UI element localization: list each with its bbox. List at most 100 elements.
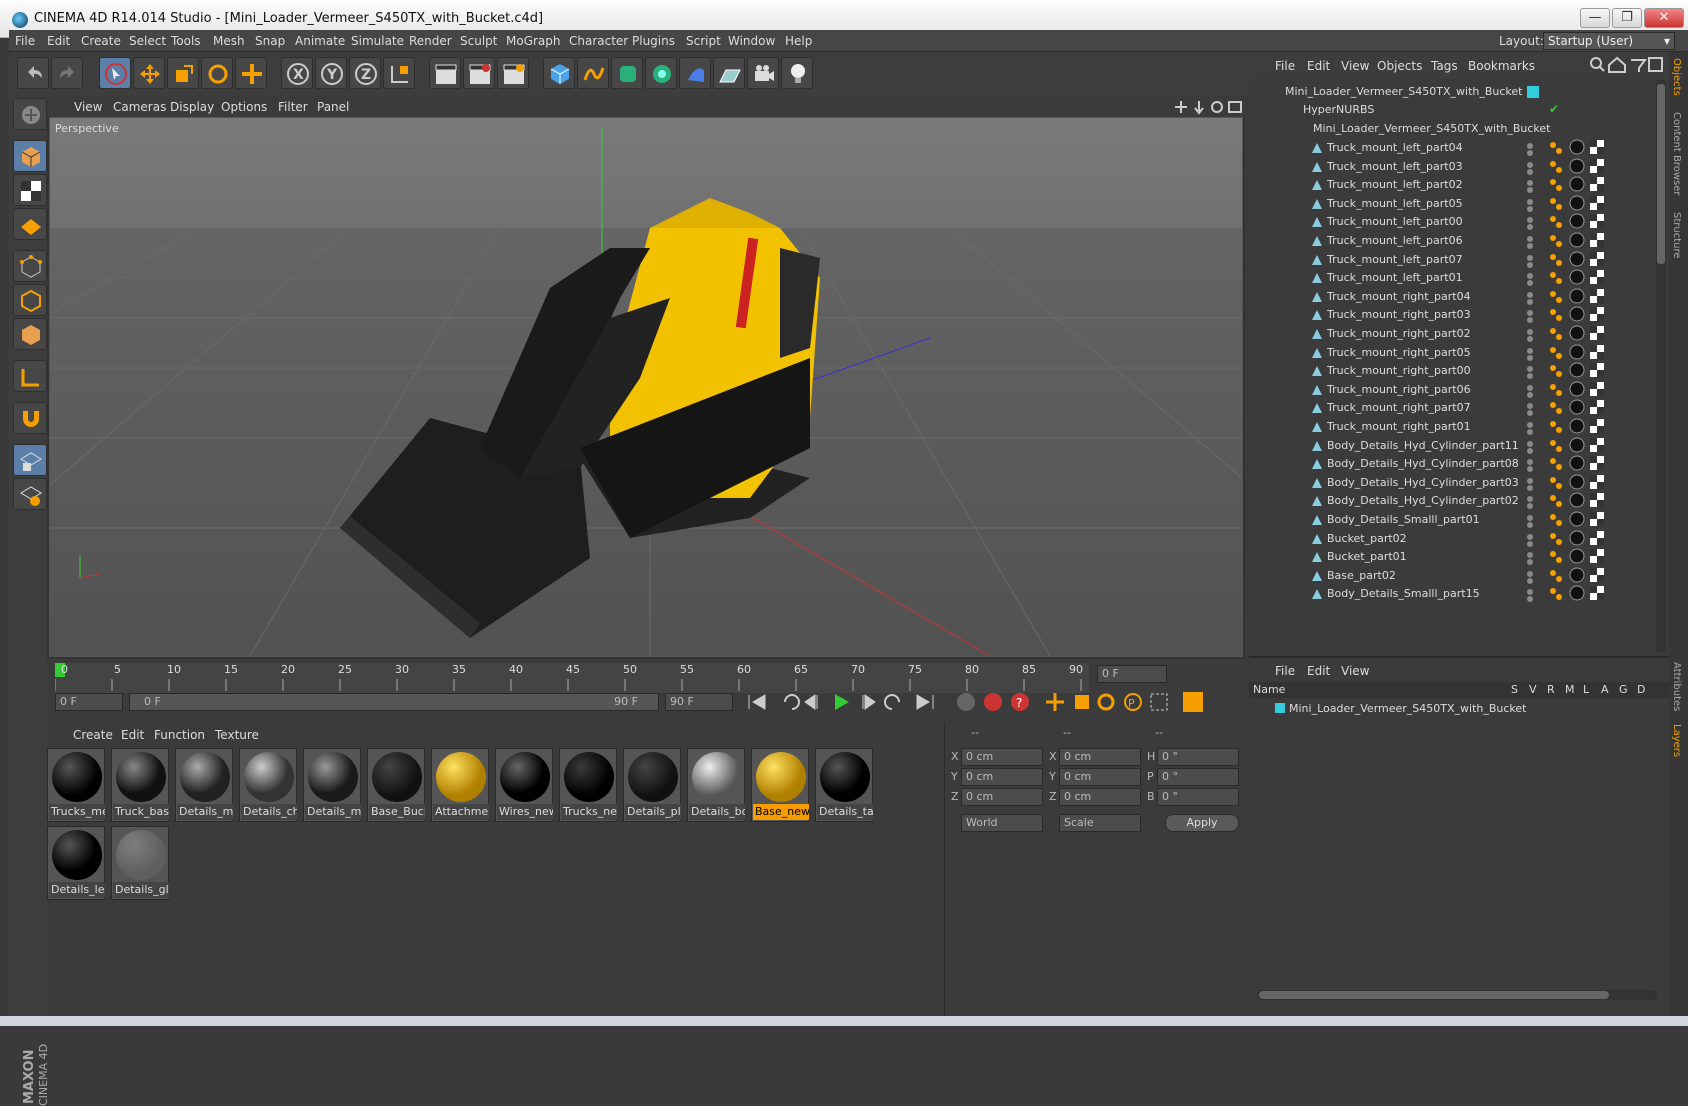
material-tag-icon[interactable] bbox=[1569, 362, 1585, 378]
tree-row-object[interactable]: Body_Details_Hyd_Cylinder_part03 bbox=[1249, 473, 1657, 493]
phong-tag-icon[interactable] bbox=[1549, 327, 1563, 341]
render-visibility-dot[interactable] bbox=[1527, 224, 1533, 231]
menu-mesh[interactable]: Mesh bbox=[213, 34, 245, 48]
tree-row-object[interactable]: Truck_mount_right_part05 bbox=[1249, 343, 1657, 363]
coordinate-system-button[interactable] bbox=[383, 57, 415, 89]
editor-visibility-dot[interactable] bbox=[1527, 310, 1533, 317]
texture-tag-icon[interactable] bbox=[1589, 511, 1605, 527]
phong-tag-icon[interactable] bbox=[1549, 253, 1563, 267]
viewport-menu-cameras[interactable]: Cameras bbox=[113, 100, 166, 114]
render-visibility-dot[interactable] bbox=[1527, 150, 1533, 156]
workplane-mode-button[interactable] bbox=[13, 208, 47, 240]
render-visibility-dot[interactable] bbox=[1527, 466, 1533, 473]
material-swatch[interactable]: Details_me bbox=[175, 748, 233, 822]
tree-row-object[interactable]: Truck_mount_left_part04 bbox=[1249, 138, 1657, 158]
material-swatch[interactable]: Truck_base bbox=[111, 748, 169, 822]
editor-visibility-dot[interactable] bbox=[1527, 422, 1533, 428]
phong-tag-icon[interactable] bbox=[1549, 178, 1563, 192]
phong-tag-icon[interactable] bbox=[1549, 439, 1563, 453]
layout-dropdown[interactable]: Startup (User) bbox=[1543, 32, 1675, 50]
material-swatch[interactable]: Details_pla bbox=[623, 748, 681, 822]
viewport-menu-options[interactable]: Options bbox=[221, 100, 267, 114]
render-visibility-dot[interactable] bbox=[1527, 540, 1533, 547]
texture-tag-icon[interactable] bbox=[1589, 344, 1605, 360]
material-tag-icon[interactable] bbox=[1569, 306, 1585, 322]
material-tag-icon[interactable] bbox=[1569, 511, 1585, 527]
texture-tag-icon[interactable] bbox=[1589, 195, 1605, 211]
material-swatch[interactable]: Base_Bucke bbox=[367, 748, 425, 822]
render-visibility-dot[interactable] bbox=[1527, 187, 1533, 194]
material-tag-icon[interactable] bbox=[1569, 455, 1585, 471]
material-tag-icon[interactable] bbox=[1569, 269, 1585, 285]
editor-visibility-dot[interactable] bbox=[1527, 291, 1533, 298]
render-view-button[interactable] bbox=[429, 57, 461, 89]
render-visibility-dot[interactable] bbox=[1527, 484, 1533, 491]
phong-tag-icon[interactable] bbox=[1549, 346, 1563, 360]
material-tag-icon[interactable] bbox=[1569, 176, 1585, 192]
viewport-menu-view[interactable]: View bbox=[74, 100, 102, 114]
material-swatch[interactable]: Attachmen bbox=[431, 748, 489, 822]
editor-visibility-dot[interactable] bbox=[1527, 552, 1533, 559]
menu-window[interactable]: Window bbox=[728, 34, 775, 48]
tree-row-object[interactable]: Base_part02 bbox=[1249, 566, 1657, 586]
layer-hscrollbar[interactable] bbox=[1257, 990, 1657, 1000]
move-tool[interactable] bbox=[133, 57, 165, 89]
menu-character[interactable]: Character bbox=[569, 34, 628, 48]
tree-row-object[interactable]: Bucket_part02 bbox=[1249, 529, 1657, 549]
enabled-check-icon[interactable]: ✔ bbox=[1549, 102, 1559, 116]
material-tag-icon[interactable] bbox=[1569, 492, 1585, 508]
rot-h-field[interactable]: 0 ° bbox=[1157, 748, 1239, 766]
render-visibility-dot[interactable] bbox=[1527, 168, 1533, 175]
deformer-button[interactable] bbox=[679, 57, 711, 89]
polygons-mode-button[interactable] bbox=[13, 318, 47, 350]
render-visibility-dot[interactable] bbox=[1527, 410, 1533, 417]
rot-p-field[interactable]: 0 ° bbox=[1157, 768, 1239, 786]
material-tag-icon[interactable] bbox=[1569, 399, 1585, 415]
start-frame-field[interactable]: 0 F bbox=[55, 693, 123, 711]
tree-row-object[interactable]: Truck_mount_left_part01 bbox=[1249, 268, 1657, 288]
current-frame-field[interactable]: 0 F bbox=[1097, 665, 1167, 683]
render-visibility-dot[interactable] bbox=[1527, 373, 1533, 380]
material-menu-edit[interactable]: Edit bbox=[121, 728, 144, 742]
phong-tag-icon[interactable] bbox=[1549, 569, 1563, 583]
phong-tag-icon[interactable] bbox=[1549, 215, 1563, 229]
menu-snap[interactable]: Snap bbox=[255, 34, 285, 48]
nurbs-button[interactable] bbox=[611, 57, 643, 89]
phong-tag-icon[interactable] bbox=[1549, 401, 1563, 415]
tree-row-root[interactable]: Mini_Loader_Vermeer_S450TX_with_Bucket bbox=[1249, 82, 1657, 102]
material-swatch[interactable]: Details_gla bbox=[111, 826, 169, 900]
material-tag-icon[interactable] bbox=[1569, 213, 1585, 229]
tab-objects[interactable]: Objects bbox=[1671, 58, 1682, 96]
tree-row-object[interactable]: Body_Details_Hyd_Cylinder_part11 bbox=[1249, 436, 1657, 456]
phong-tag-icon[interactable] bbox=[1549, 383, 1563, 397]
close-button[interactable]: ✕ bbox=[1644, 8, 1684, 28]
pos-z-field[interactable]: 0 cm bbox=[961, 788, 1043, 806]
material-tag-icon[interactable] bbox=[1569, 139, 1585, 155]
phong-tag-icon[interactable] bbox=[1549, 290, 1563, 304]
viewport-menu-filter[interactable]: Filter bbox=[278, 100, 308, 114]
tree-row-object[interactable]: Truck_mount_right_part01 bbox=[1249, 417, 1657, 437]
phong-tag-icon[interactable] bbox=[1549, 160, 1563, 174]
phong-tag-icon[interactable] bbox=[1549, 587, 1563, 601]
texture-tag-icon[interactable] bbox=[1589, 213, 1605, 229]
object-menu-tags[interactable]: Tags bbox=[1431, 59, 1458, 73]
editor-visibility-dot[interactable] bbox=[1527, 198, 1533, 205]
editor-visibility-dot[interactable] bbox=[1527, 329, 1533, 335]
material-tag-icon[interactable] bbox=[1569, 195, 1585, 211]
material-tag-icon[interactable] bbox=[1569, 158, 1585, 174]
object-menu-view[interactable]: View bbox=[1341, 59, 1369, 73]
texture-tag-icon[interactable] bbox=[1589, 288, 1605, 304]
menu-help[interactable]: Help bbox=[785, 34, 812, 48]
material-swatch[interactable]: Details_me bbox=[303, 748, 361, 822]
editor-visibility-dot[interactable] bbox=[1527, 533, 1533, 540]
render-visibility-dot[interactable] bbox=[1527, 559, 1533, 566]
phong-tag-icon[interactable] bbox=[1549, 457, 1563, 471]
editor-visibility-dot[interactable] bbox=[1527, 384, 1533, 391]
tree-row-object[interactable]: Truck_mount_right_part00 bbox=[1249, 361, 1657, 381]
phong-tag-icon[interactable] bbox=[1549, 197, 1563, 211]
texture-tag-icon[interactable] bbox=[1589, 306, 1605, 322]
material-tag-icon[interactable] bbox=[1569, 530, 1585, 546]
tree-row-object[interactable]: Truck_mount_left_part05 bbox=[1249, 194, 1657, 214]
render-visibility-dot[interactable] bbox=[1527, 280, 1533, 287]
render-visibility-dot[interactable] bbox=[1527, 336, 1533, 342]
